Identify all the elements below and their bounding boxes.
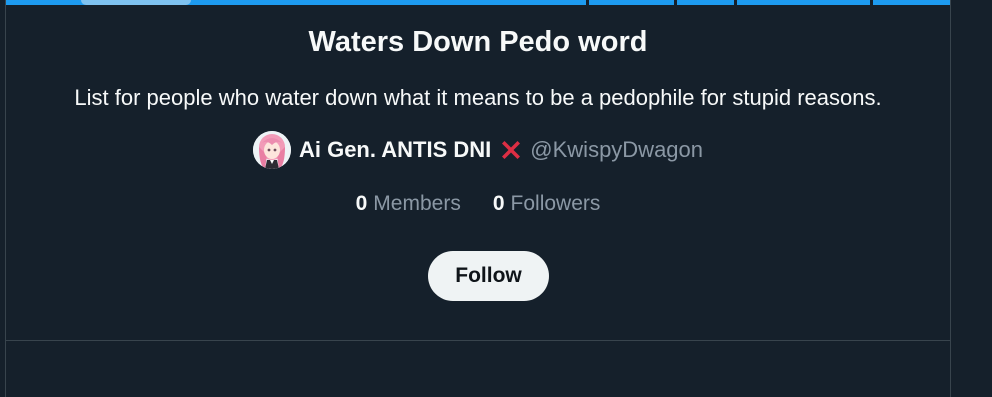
list-description: List for people who water down what it m… — [74, 85, 882, 110]
followers-count: 0 — [492, 192, 505, 215]
owner-display-name[interactable]: Ai Gen. ANTIS DNI — [299, 136, 491, 164]
members-count: 0 — [355, 192, 368, 215]
section-divider — [6, 340, 950, 341]
followers-link[interactable]: 0 Followers — [493, 190, 601, 218]
list-banner-image — [6, 0, 950, 5]
members-link[interactable]: 0 Members — [356, 190, 461, 218]
members-label: Members — [373, 192, 461, 215]
followers-label: Followers — [510, 192, 601, 215]
avatar[interactable] — [252, 131, 291, 169]
list-header-column: Waters Down Pedo word List for people wh… — [5, 0, 951, 397]
cross-mark-icon — [498, 137, 524, 163]
follow-button[interactable]: Follow — [428, 251, 549, 301]
list-title: Waters Down Pedo word — [308, 26, 648, 58]
right-sidebar-edge — [951, 0, 992, 397]
list-owner[interactable]: Ai Gen. ANTIS DNI @KwispyDwagon — [6, 130, 950, 170]
list-stats: 0 Members 0 Followers — [6, 190, 950, 218]
owner-handle[interactable]: @KwispyDwagon — [530, 136, 703, 164]
list-page: Waters Down Pedo word List for people wh… — [0, 0, 992, 397]
